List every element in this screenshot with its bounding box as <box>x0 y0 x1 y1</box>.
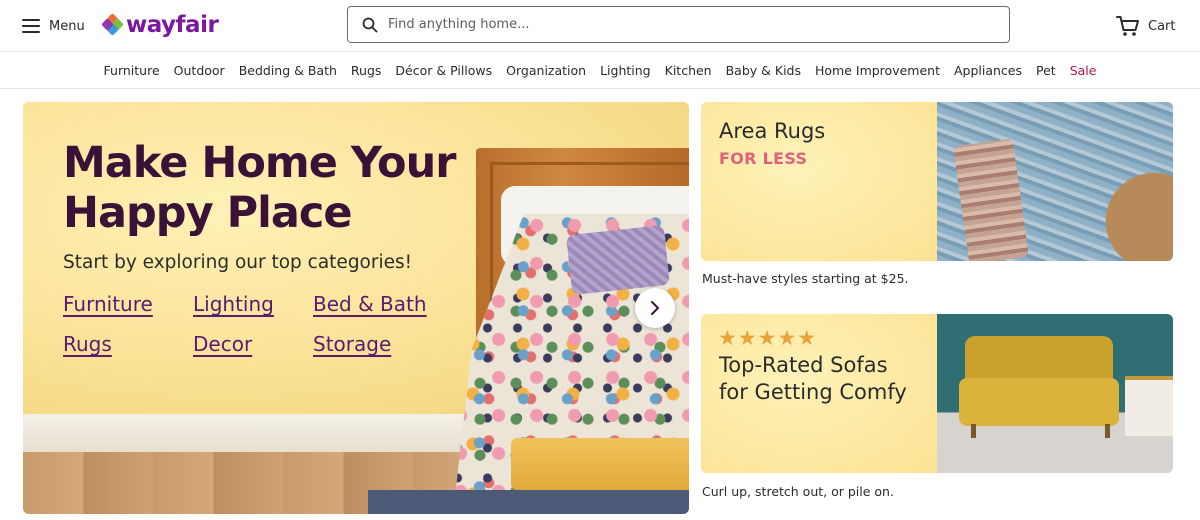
sofa-leg-image <box>1105 424 1110 438</box>
promo-caption: Must-have styles starting at $25. <box>702 271 909 286</box>
promo-title: Top-Rated Sofas for Getting Comfy <box>719 353 907 404</box>
rating-stars-icon: ★★★★★ <box>718 326 818 350</box>
hero-link-lighting[interactable]: Lighting <box>193 292 313 316</box>
promo-caption: Curl up, stretch out, or pile on. <box>702 484 894 499</box>
hero-link-furniture[interactable]: Furniture <box>63 292 193 316</box>
promo-title: Area Rugs <box>719 119 826 143</box>
nav-item-decor-pillows[interactable]: Décor & Pillows <box>388 63 499 78</box>
hero-link-bed-bath[interactable]: Bed & Bath <box>313 292 443 316</box>
cart-button[interactable]: Cart <box>1116 13 1176 39</box>
nav-item-baby-kids[interactable]: Baby & Kids <box>719 63 808 78</box>
menu-button[interactable]: Menu <box>22 14 85 38</box>
menu-label: Menu <box>49 18 85 34</box>
side-table-image <box>1125 376 1173 436</box>
hero-banner: Make Home Your Happy Place Start by expl… <box>23 102 689 514</box>
logo-text: wayfair <box>126 12 219 38</box>
chevron-right-icon <box>651 301 659 315</box>
wayfair-logo[interactable]: wayfair <box>101 9 219 41</box>
sofa-seat-image <box>959 378 1119 426</box>
nav-item-outdoor[interactable]: Outdoor <box>167 63 232 78</box>
hero-subtitle: Start by exploring our top categories! <box>63 252 413 273</box>
nav-item-bedding-bath[interactable]: Bedding & Bath <box>232 63 344 78</box>
floor-rug-image <box>368 490 689 514</box>
nav-item-kitchen[interactable]: Kitchen <box>658 63 719 78</box>
hero-category-links: Furniture Lighting Bed & Bath Rugs Decor… <box>63 292 443 356</box>
search-bar[interactable] <box>347 6 1010 43</box>
nav-item-pet[interactable]: Pet <box>1029 63 1063 78</box>
hero-link-rugs[interactable]: Rugs <box>63 332 193 356</box>
hero-link-decor[interactable]: Decor <box>193 332 313 356</box>
hero-title: Make Home Your Happy Place <box>63 138 456 238</box>
nav-item-lighting[interactable]: Lighting <box>593 63 658 78</box>
category-nav: Furniture Outdoor Bedding & Bath Rugs Dé… <box>0 53 1200 89</box>
logo-mark-icon <box>101 13 124 36</box>
hamburger-icon <box>22 19 40 33</box>
site-header: Menu wayfair Cart <box>0 0 1200 52</box>
nav-item-home-improvement[interactable]: Home Improvement <box>808 63 947 78</box>
yellow-bench-image <box>511 438 689 490</box>
promo-area-rugs[interactable]: Area Rugs FOR LESS <box>701 102 1173 261</box>
search-icon <box>362 17 378 32</box>
carousel-next-button[interactable] <box>635 288 675 328</box>
sofa-leg-image <box>971 424 976 438</box>
cart-icon <box>1116 16 1139 36</box>
nav-item-furniture[interactable]: Furniture <box>97 63 167 78</box>
nav-item-appliances[interactable]: Appliances <box>947 63 1029 78</box>
search-input[interactable] <box>388 17 988 32</box>
promo-accent: FOR LESS <box>719 149 808 168</box>
purple-pillow-image <box>566 225 670 295</box>
cart-label: Cart <box>1148 18 1176 34</box>
nav-item-rugs[interactable]: Rugs <box>344 63 389 78</box>
nav-item-organization[interactable]: Organization <box>499 63 593 78</box>
hero-link-storage[interactable]: Storage <box>313 332 443 356</box>
promo-top-rated-sofas[interactable]: ★★★★★ Top-Rated Sofas for Getting Comfy <box>701 314 1173 473</box>
nav-item-sale[interactable]: Sale <box>1063 63 1104 78</box>
